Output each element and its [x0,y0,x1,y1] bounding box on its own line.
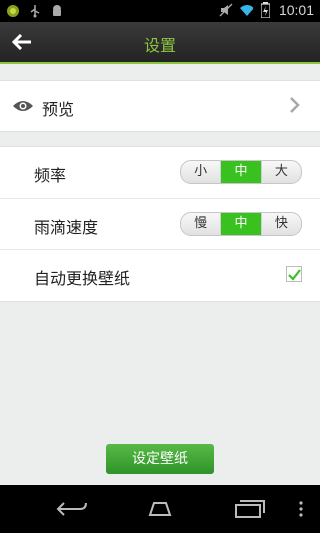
frequency-option-large[interactable]: 大 [260,161,301,183]
preview-label: 预览 [42,100,75,119]
home-nav-icon[interactable] [144,499,176,523]
page-title: 设置 [143,36,176,55]
mute-icon [219,3,233,17]
rain-speed-row: 雨滴速度 慢 中 快 [0,198,320,250]
android-debug-icon [50,4,64,18]
eye-icon [12,98,34,117]
app-bar: 设置 [0,22,320,64]
rain-speed-option-slow[interactable]: 慢 [181,213,220,235]
status-right-icons: 10:01 [219,2,314,18]
usb-icon [28,4,42,18]
rain-speed-option-fast[interactable]: 快 [260,213,301,235]
menu-overflow-icon[interactable] [298,499,304,523]
chevron-right-icon [290,97,300,117]
settings-card: 频率 小 中 大 雨滴速度 慢 中 快 自动更换壁纸 [0,146,320,302]
frequency-option-medium[interactable]: 中 [220,161,261,183]
auto-change-checkbox[interactable] [286,266,302,282]
status-clock: 10:01 [278,2,314,18]
rain-speed-option-medium[interactable]: 中 [220,213,261,235]
battery-icon [259,2,273,18]
auto-change-label: 自动更换壁纸 [34,269,131,288]
set-wallpaper-button[interactable]: 设定壁纸 [106,444,214,474]
rain-speed-label: 雨滴速度 [34,218,99,237]
frequency-row: 频率 小 中 大 [0,147,320,198]
status-bar: 10:01 [0,0,320,22]
navigation-bar [0,485,320,533]
recent-apps-nav-icon[interactable] [234,499,266,523]
wifi-icon [239,3,253,17]
frequency-segmented-control[interactable]: 小 中 大 [180,160,302,184]
notification-icon [6,4,20,18]
auto-change-row: 自动更换壁纸 [0,249,320,301]
status-left-icons [6,4,64,18]
frequency-option-small[interactable]: 小 [181,161,220,183]
checkmark-icon [288,269,301,281]
back-nav-icon[interactable] [56,499,88,523]
preview-row[interactable]: 预览 [0,80,320,132]
rain-speed-segmented-control[interactable]: 慢 中 快 [180,212,302,236]
frequency-label: 频率 [34,166,67,185]
